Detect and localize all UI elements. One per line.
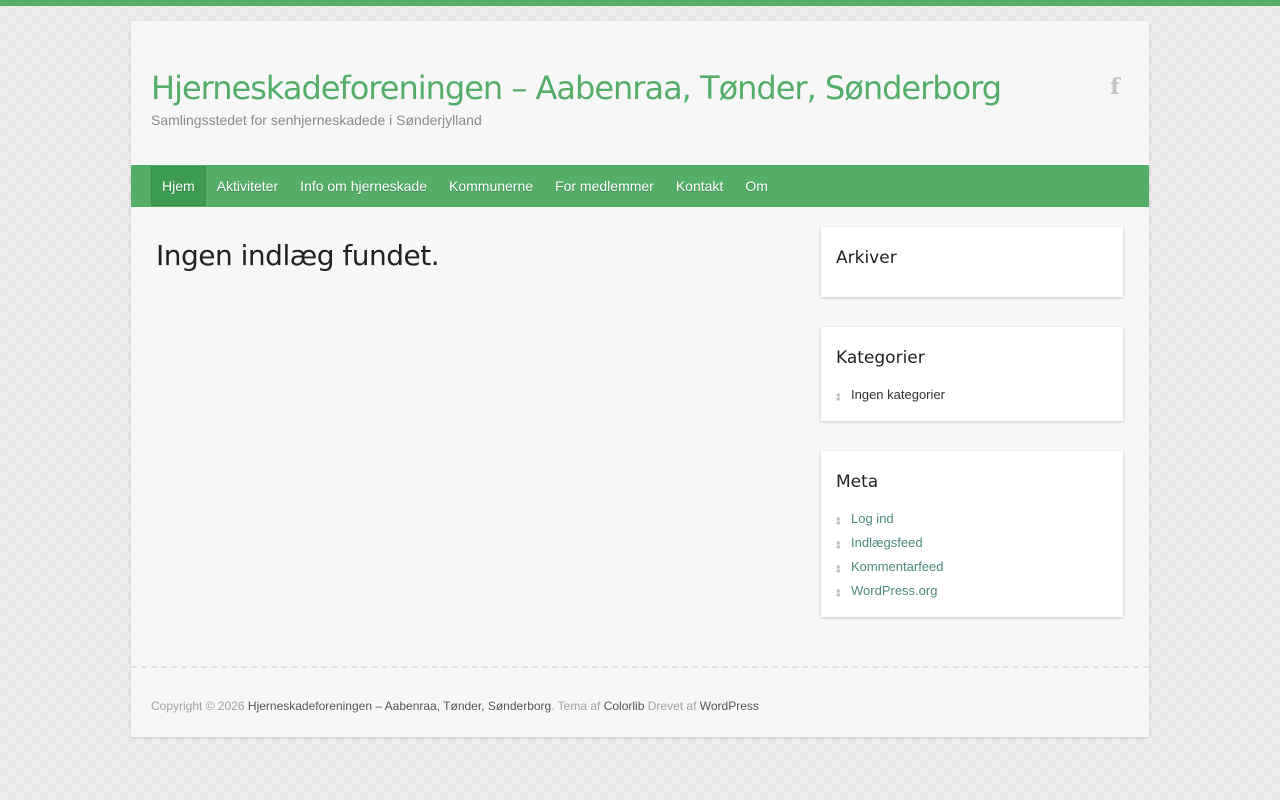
archives-widget-title: Arkiver — [836, 248, 897, 268]
list-item: ⁑ WordPress.org — [836, 581, 1108, 605]
site-footer: Copyright © 2026 Hjerneskadeforeningen –… — [151, 699, 759, 713]
categories-widget-title: Kategorier — [836, 348, 925, 368]
category-item-label: Ingen kategorier — [851, 387, 945, 402]
nav-item-kommunerne[interactable]: Kommunerne — [438, 166, 544, 206]
meta-link-log-ind[interactable]: Log ind — [851, 511, 894, 526]
footer-wordpress-link[interactable]: WordPress — [700, 699, 759, 713]
facebook-icon[interactable]: f — [1108, 76, 1122, 98]
categories-widget: Kategorier ⁑ Ingen kategorier — [821, 327, 1123, 421]
nav-item-aktiviteter[interactable]: Aktiviteter — [206, 166, 289, 206]
meta-link-comments-feed[interactable]: Kommentarfeed — [851, 559, 944, 574]
meta-link-wordpress-org[interactable]: WordPress.org — [851, 583, 937, 598]
meta-link-entries-feed[interactable]: Indlægsfeed — [851, 535, 923, 550]
bullet-icon: ⁑ — [836, 589, 841, 599]
bullet-icon: ⁑ — [836, 565, 841, 575]
site-title[interactable]: Hjerneskadeforeningen – Aabenraa, Tønder… — [151, 69, 1002, 107]
top-accent-bar — [0, 0, 1280, 6]
no-posts-heading: Ingen indlæg fundet. — [156, 239, 440, 272]
list-item: ⁑ Indlægsfeed — [836, 533, 1108, 557]
footer-copyright: Copyright © 2026 — [151, 699, 245, 713]
list-item: ⁑ Log ind — [836, 509, 1108, 533]
site-description: Samlingsstedet for senhjerneskadede i Sø… — [151, 112, 482, 128]
footer-powered-text: Drevet af — [647, 699, 697, 713]
list-item: ⁑ Kommentarfeed — [836, 557, 1108, 581]
nav-item-hjem[interactable]: Hjem — [151, 166, 206, 206]
meta-widget-title: Meta — [836, 472, 879, 492]
nav-item-for-medlemmer[interactable]: For medlemmer — [544, 166, 665, 206]
meta-widget: Meta ⁑ Log ind ⁑ Indlægsfeed ⁑ Kommentar… — [821, 451, 1123, 617]
footer-divider — [131, 666, 1149, 668]
footer-theme-text: . Tema af — [551, 699, 601, 713]
nav-item-om[interactable]: Om — [734, 166, 779, 206]
nav-item-info-om-hjerneskade[interactable]: Info om hjerneskade — [289, 166, 438, 206]
nav-item-kontakt[interactable]: Kontakt — [665, 166, 734, 206]
page-container: Hjerneskadeforeningen – Aabenraa, Tønder… — [131, 21, 1149, 737]
main-navigation: Hjem Aktiviteter Info om hjerneskade Kom… — [131, 165, 1149, 207]
footer-site-link[interactable]: Hjerneskadeforeningen – Aabenraa, Tønder… — [248, 699, 551, 713]
bullet-icon: ⁑ — [836, 541, 841, 551]
bullet-icon: ⁑ — [836, 517, 841, 527]
bullet-icon: ⁑ — [836, 393, 841, 403]
list-item: ⁑ Ingen kategorier — [836, 385, 1108, 409]
archives-widget: Arkiver — [821, 227, 1123, 297]
footer-colorlib-link[interactable]: Colorlib — [604, 699, 645, 713]
